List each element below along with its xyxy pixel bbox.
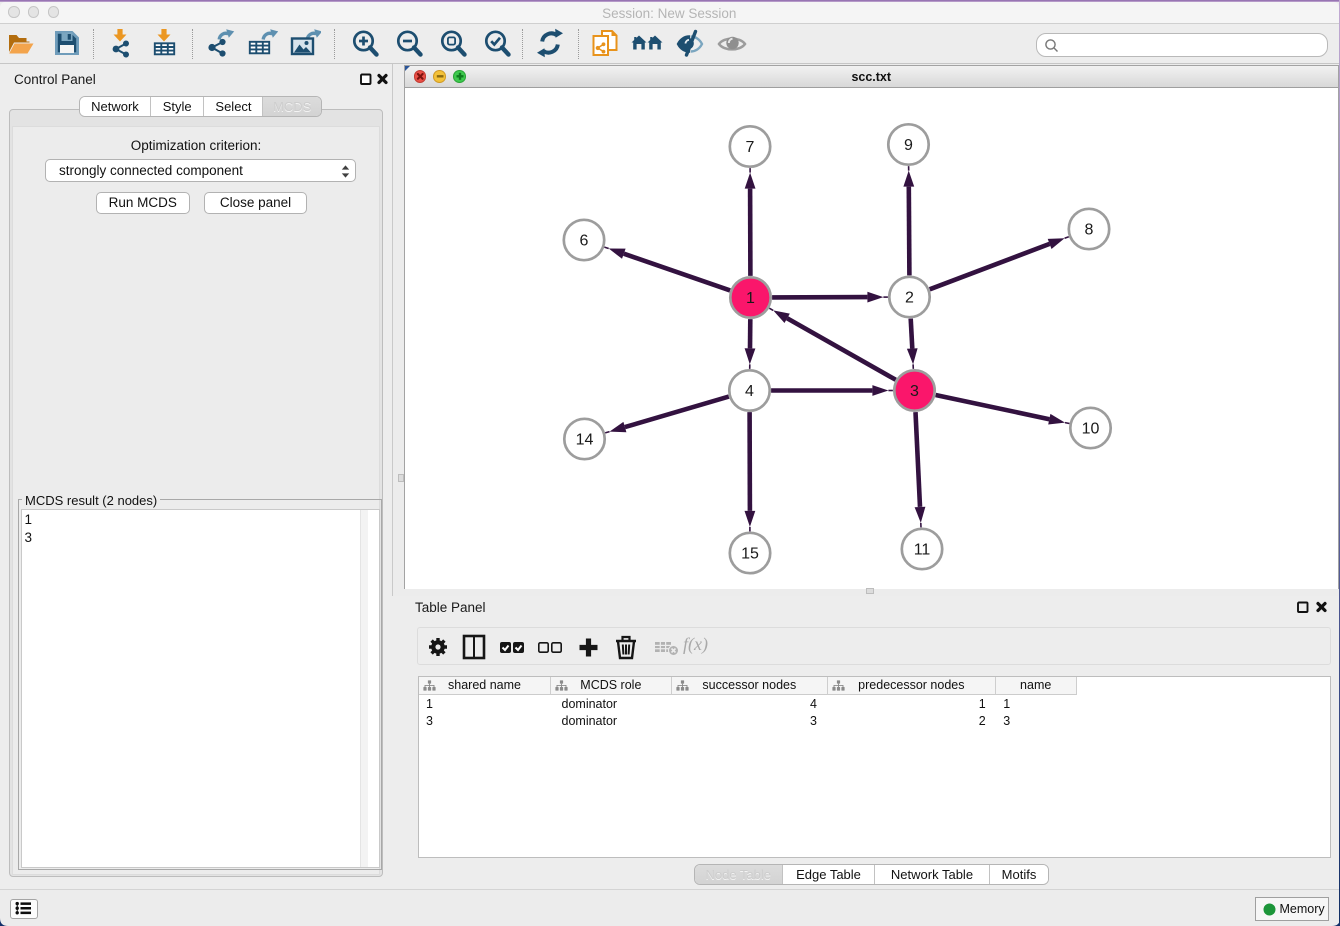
svg-text:7: 7 [746,139,755,156]
svg-text:1: 1 [746,290,755,307]
svg-text:6: 6 [580,232,589,249]
svg-text:9: 9 [904,137,913,154]
svg-text:15: 15 [741,545,759,562]
svg-text:2: 2 [905,289,914,306]
svg-text:14: 14 [576,431,594,448]
svg-text:3: 3 [910,383,919,400]
svg-text:10: 10 [1082,420,1100,437]
svg-text:8: 8 [1085,221,1094,238]
svg-text:11: 11 [914,541,931,558]
svg-text:4: 4 [745,383,754,400]
